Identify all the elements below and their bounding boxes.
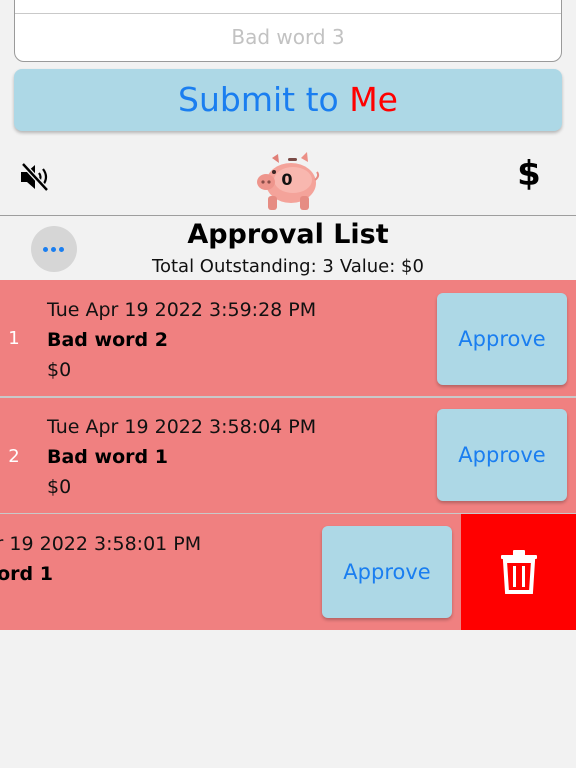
item-value: $0 [47, 476, 72, 498]
speaker-muted-icon[interactable] [18, 160, 52, 194]
total-value: Value: $0 [339, 256, 424, 277]
approve-button[interactable]: Approve [437, 293, 567, 385]
trash-icon [500, 550, 537, 594]
submit-button[interactable]: Submit to Me [14, 69, 562, 131]
app-screen: Bad word 3 Submit to Me 0 $ Approval Lis… [0, 0, 576, 768]
section-divider [0, 215, 576, 216]
item-word: Bad word 1 [47, 446, 168, 468]
approval-list-title: Approval List [187, 219, 389, 250]
approval-list-item[interactable]: 1 Tue Apr 19 2022 3:59:28 PM Bad word 2 … [0, 280, 576, 396]
submit-recipient: Me [349, 80, 398, 119]
submit-label: Submit to [178, 80, 350, 119]
item-date: Tue Apr 19 2022 3:59:28 PM [47, 299, 317, 321]
item-word: Bad word 1 [0, 563, 53, 585]
item-date: Tue Apr 19 2022 3:58:04 PM [47, 416, 317, 438]
piggy-bank-count: 0 [281, 170, 293, 189]
item-index: 1 [8, 328, 20, 349]
item-index: 2 [8, 446, 20, 467]
word-picker[interactable]: Bad word 3 [14, 0, 562, 62]
item-word: Bad word 2 [47, 329, 168, 351]
approve-button[interactable]: Approve [322, 526, 452, 618]
picker-selection-line [15, 13, 561, 14]
picker-option[interactable]: Bad word 3 [15, 25, 561, 49]
item-date: Tue Apr 19 2022 3:58:01 PM [0, 533, 202, 555]
approval-list-item[interactable]: 2 Tue Apr 19 2022 3:58:04 PM Bad word 1 … [0, 398, 576, 514]
total-outstanding: Total Outstanding: 3 [152, 256, 334, 277]
dollar-icon[interactable]: $ [512, 154, 546, 194]
approval-summary: Total Outstanding: 3 Value: $0 [0, 256, 576, 277]
approve-button[interactable]: Approve [437, 409, 567, 501]
delete-button[interactable] [461, 514, 576, 630]
approval-list-item[interactable]: 3 Tue Apr 19 2022 3:58:01 PM Bad word 1 … [0, 514, 576, 630]
item-value: $0 [47, 359, 72, 381]
